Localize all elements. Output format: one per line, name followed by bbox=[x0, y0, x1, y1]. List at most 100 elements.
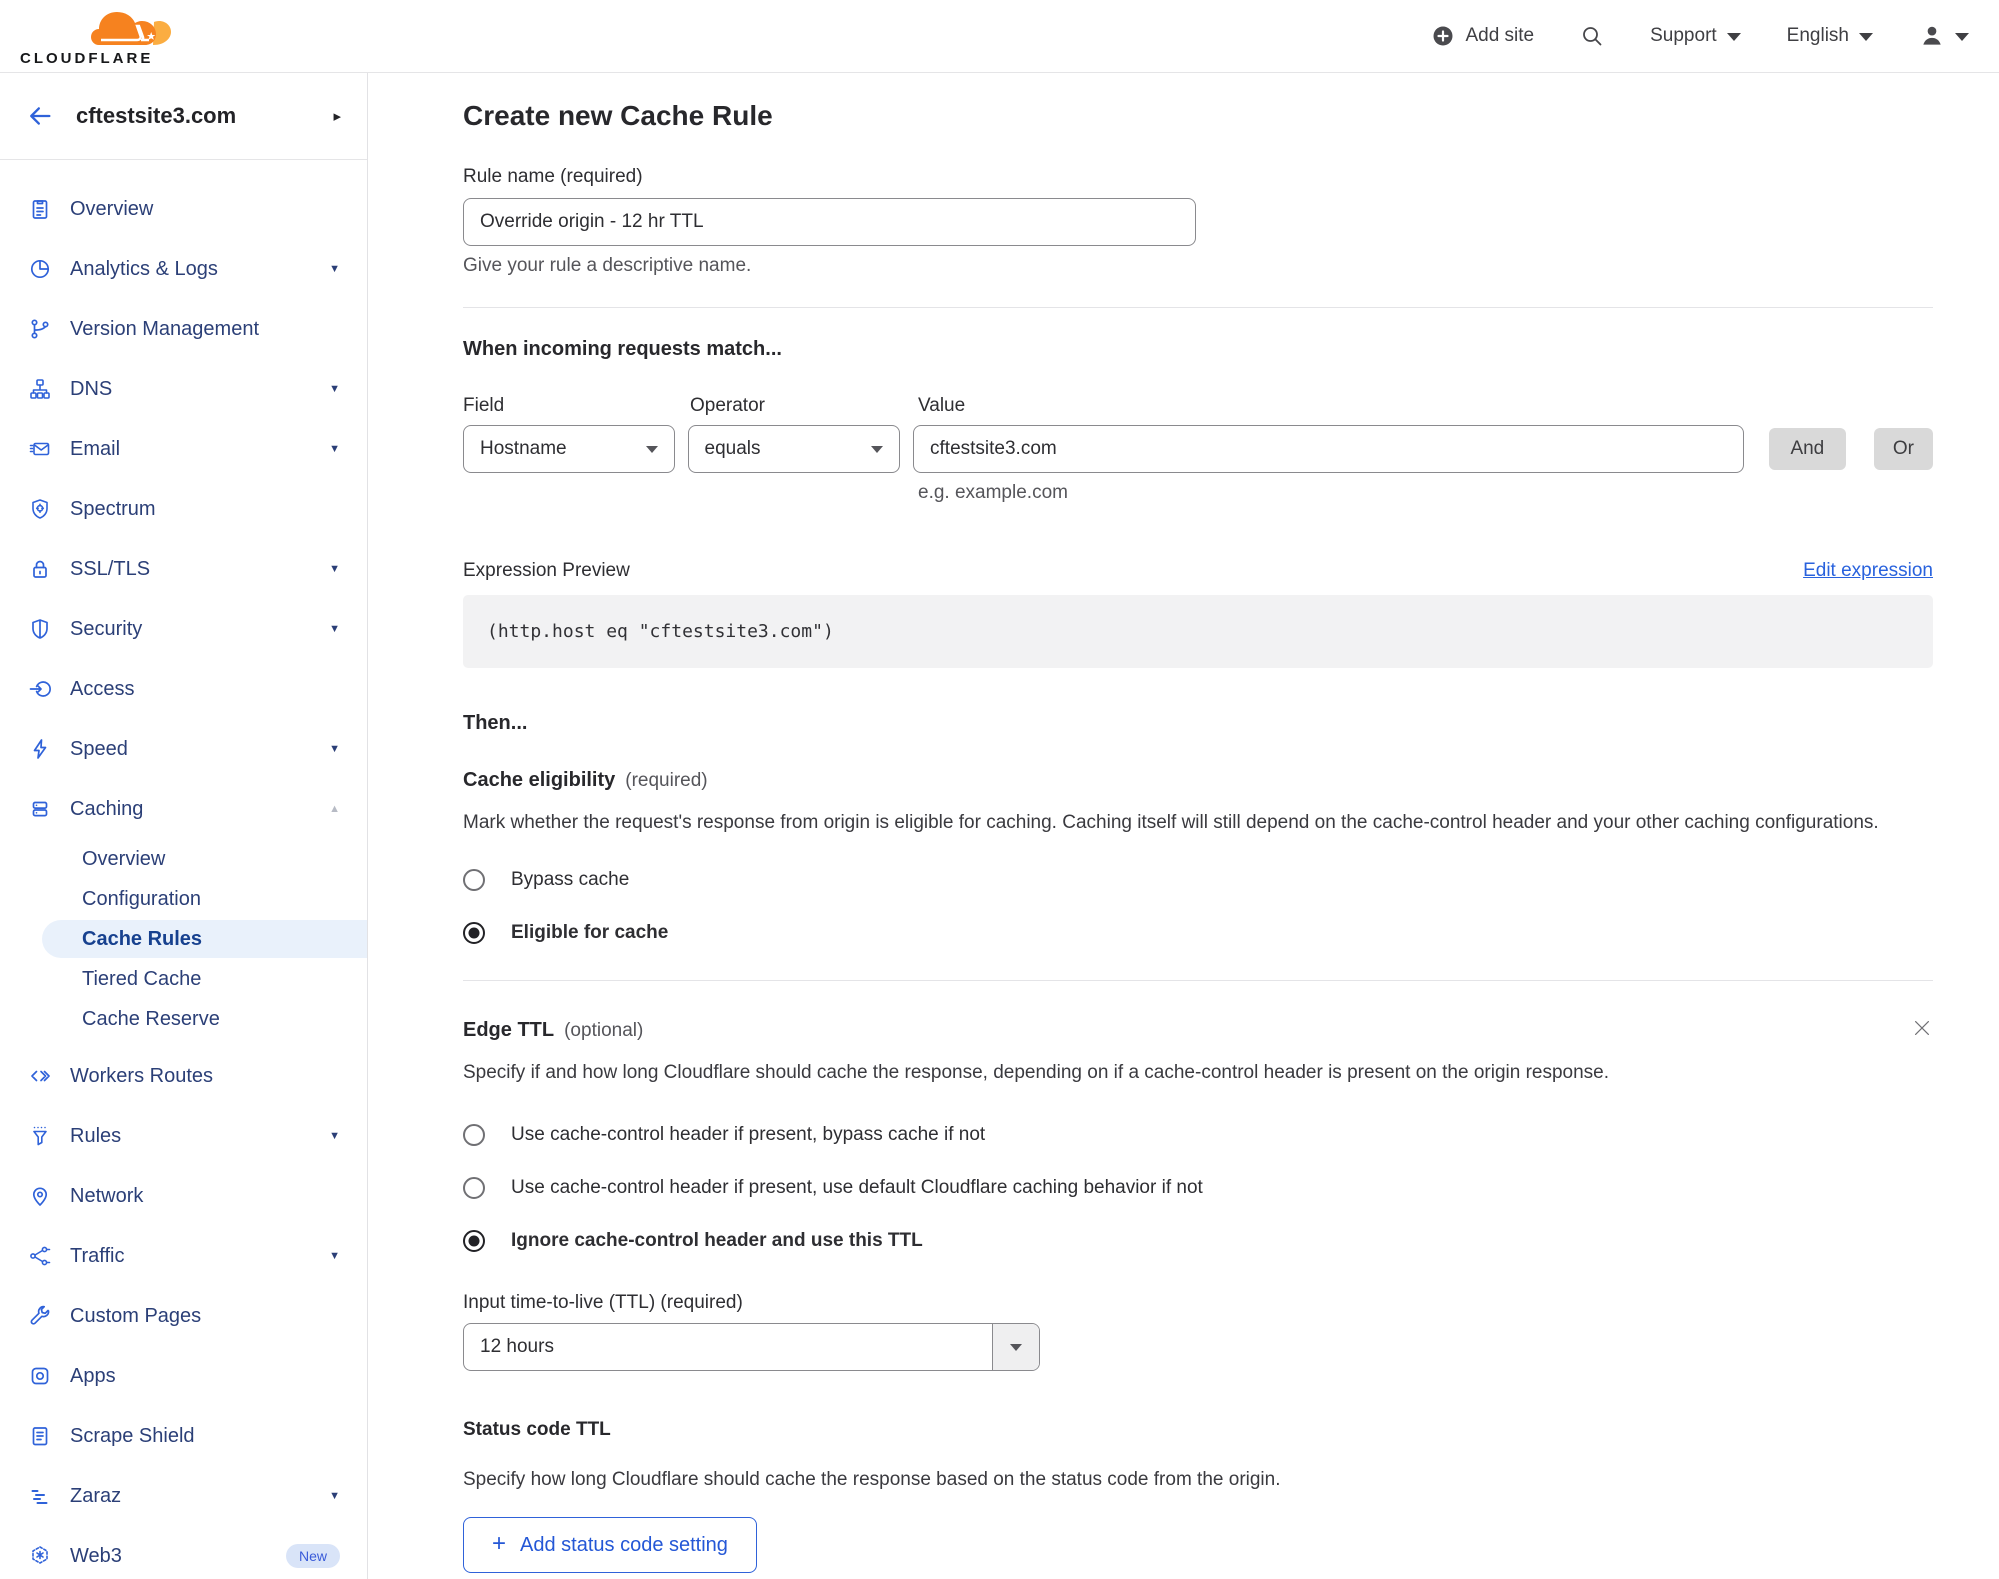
sidebar-subitem-tiered-cache[interactable]: Tiered Cache bbox=[0, 959, 367, 999]
sidebar-item-security[interactable]: Security ▼ bbox=[0, 599, 367, 659]
sidebar-item-label: Version Management bbox=[70, 317, 260, 340]
ttl-select[interactable]: 12 hours bbox=[463, 1323, 1040, 1371]
chevron-down-icon: ▼ bbox=[329, 563, 340, 575]
sidebar-item-workers-routes[interactable]: Workers Routes bbox=[0, 1046, 367, 1106]
new-badge: New bbox=[285, 1544, 340, 1568]
operator-select[interactable]: equals bbox=[687, 425, 901, 473]
sidebar-item-dns[interactable]: DNS ▼ bbox=[0, 359, 367, 419]
radio-label[interactable]: Ignore cache-control header and use this… bbox=[511, 1230, 923, 1252]
cloudflare-cloud-icon bbox=[91, 12, 171, 45]
sidebar-item-label: SSL/TLS bbox=[70, 557, 151, 580]
sidebar-item-apps[interactable]: Apps bbox=[0, 1346, 367, 1406]
and-button[interactable]: And bbox=[1768, 428, 1846, 470]
sidebar-item-rules[interactable]: Rules ▼ bbox=[0, 1106, 367, 1166]
radio-label[interactable]: Bypass cache bbox=[511, 869, 629, 891]
site-switcher-caret-icon[interactable]: ▸ bbox=[333, 107, 341, 125]
or-button[interactable]: Or bbox=[1873, 428, 1933, 470]
radio-label[interactable]: Use cache-control header if present, use… bbox=[511, 1177, 1203, 1199]
add-site-label: Add site bbox=[1465, 25, 1535, 46]
shield-gear-icon bbox=[27, 496, 53, 522]
sidebar-item-ssl-tls[interactable]: SSL/TLS ▼ bbox=[0, 539, 367, 599]
sidebar-item-network[interactable]: Network bbox=[0, 1166, 367, 1226]
app-box-icon bbox=[27, 1363, 53, 1389]
cache-eligibility-description: Mark whether the request's response from… bbox=[463, 812, 1879, 833]
add-site-button[interactable]: Add site bbox=[1431, 24, 1534, 48]
cloudflare-wordmark: CLOUDFLARE bbox=[20, 50, 154, 67]
sidebar-subitem-label: Cache Reserve bbox=[82, 1007, 220, 1030]
sidebar-item-label: Overview bbox=[70, 197, 154, 220]
chevron-down-icon: ▼ bbox=[329, 623, 340, 635]
expression-preview-label: Expression Preview bbox=[463, 560, 630, 581]
add-status-code-setting-button[interactable]: + Add status code setting bbox=[463, 1517, 757, 1573]
sidebar-item-zaraz[interactable]: Zaraz ▼ bbox=[0, 1466, 367, 1526]
field-select[interactable]: Hostname bbox=[463, 425, 675, 473]
search-button[interactable] bbox=[1580, 24, 1604, 48]
sidebar-item-scrape-shield[interactable]: Scrape Shield bbox=[0, 1406, 367, 1466]
value-input[interactable] bbox=[913, 425, 1744, 473]
sidebar-item-custom-pages[interactable]: Custom Pages bbox=[0, 1286, 367, 1346]
ttl-select-value: 12 hours bbox=[480, 1336, 554, 1357]
sidebar-item-label: Email bbox=[70, 437, 121, 460]
account-menu[interactable] bbox=[1919, 23, 1969, 49]
search-icon bbox=[1583, 27, 1602, 46]
rule-name-input[interactable] bbox=[463, 198, 1196, 246]
sidebar-item-label: Rules bbox=[70, 1124, 122, 1147]
chevron-down-icon bbox=[645, 445, 658, 453]
radio-button-selected[interactable] bbox=[463, 922, 485, 944]
chevron-down-icon: ▼ bbox=[329, 1130, 340, 1142]
sidebar-item-email[interactable]: Email ▼ bbox=[0, 419, 367, 479]
page-title: Create new Cache Rule bbox=[463, 100, 773, 131]
status-code-ttl-heading: Status code TTL bbox=[463, 1419, 611, 1440]
add-status-code-setting-label: Add status code setting bbox=[520, 1533, 728, 1556]
pie-chart-icon bbox=[27, 256, 53, 282]
sidebar-item-caching[interactable]: Caching ▲ bbox=[0, 779, 367, 839]
sidebar-item-overview[interactable]: Overview bbox=[0, 179, 367, 239]
radio-button[interactable] bbox=[463, 1124, 485, 1146]
chevron-down-icon bbox=[1859, 33, 1873, 41]
value-help: e.g. example.com bbox=[918, 482, 1068, 503]
radio-option-eligible-for-cache: Eligible for cache bbox=[463, 922, 1933, 944]
sidebar-item-label: Caching bbox=[70, 797, 144, 820]
sidebar-subitem-label: Overview bbox=[82, 847, 166, 870]
chevron-down-icon bbox=[1955, 33, 1969, 41]
edge-ttl-heading: Edge TTL bbox=[463, 1019, 555, 1041]
close-icon[interactable] bbox=[1911, 1017, 1933, 1044]
sidebar-item-label: Analytics & Logs bbox=[70, 257, 218, 280]
language-menu[interactable]: English bbox=[1787, 25, 1873, 47]
sidebar-subitem-caching-overview[interactable]: Overview bbox=[0, 839, 367, 879]
sidebar-item-web3[interactable]: Web3 New bbox=[0, 1526, 367, 1579]
sidebar-item-label: Scrape Shield bbox=[70, 1424, 195, 1447]
sidebar-subitem-cache-reserve[interactable]: Cache Reserve bbox=[0, 999, 367, 1039]
sidebar-item-version-management[interactable]: Version Management bbox=[0, 299, 367, 359]
field-label: Field bbox=[463, 395, 505, 416]
sidebar-item-access[interactable]: Access bbox=[0, 659, 367, 719]
code-brackets-icon bbox=[27, 1063, 53, 1089]
sidebar-subitem-cache-rules[interactable]: Cache Rules bbox=[42, 920, 367, 958]
operator-label: Operator bbox=[690, 395, 765, 416]
sidebar-item-analytics-logs[interactable]: Analytics & Logs ▼ bbox=[0, 239, 367, 299]
plus-icon: + bbox=[492, 1530, 507, 1557]
radio-option-bypass-cache: Bypass cache bbox=[463, 869, 1933, 891]
back-arrow-icon[interactable] bbox=[26, 102, 54, 130]
sidebar-item-speed[interactable]: Speed ▼ bbox=[0, 719, 367, 779]
lightning-icon bbox=[27, 736, 53, 762]
radio-button-selected[interactable] bbox=[463, 1230, 485, 1252]
radio-label[interactable]: Use cache-control header if present, byp… bbox=[511, 1124, 985, 1146]
sidebar-item-spectrum[interactable]: Spectrum bbox=[0, 479, 367, 539]
radio-label[interactable]: Eligible for cache bbox=[511, 922, 668, 944]
edit-expression-link[interactable]: Edit expression bbox=[1803, 560, 1933, 582]
sidebar-subitem-label: Cache Rules bbox=[82, 927, 203, 950]
radio-option-bypass-if-no-header: Use cache-control header if present, byp… bbox=[463, 1124, 1933, 1146]
sidebar-item-traffic[interactable]: Traffic ▼ bbox=[0, 1226, 367, 1286]
radio-button[interactable] bbox=[463, 1177, 485, 1199]
sidebar-item-label: Security bbox=[70, 617, 143, 640]
sidebar-item-label: Apps bbox=[70, 1364, 116, 1387]
padlock-icon bbox=[27, 556, 53, 582]
radio-button[interactable] bbox=[463, 869, 485, 891]
sidebar-subitem-configuration[interactable]: Configuration bbox=[0, 879, 367, 919]
chevron-down-icon bbox=[992, 1324, 1039, 1370]
expression-preview-row: Expression Preview Edit expression bbox=[463, 560, 1933, 582]
support-menu[interactable]: Support bbox=[1650, 25, 1741, 47]
main-content: Create new Cache Rule Rule name (require… bbox=[368, 73, 1999, 1579]
top-bar-actions: Add site Support English bbox=[1431, 23, 1969, 49]
